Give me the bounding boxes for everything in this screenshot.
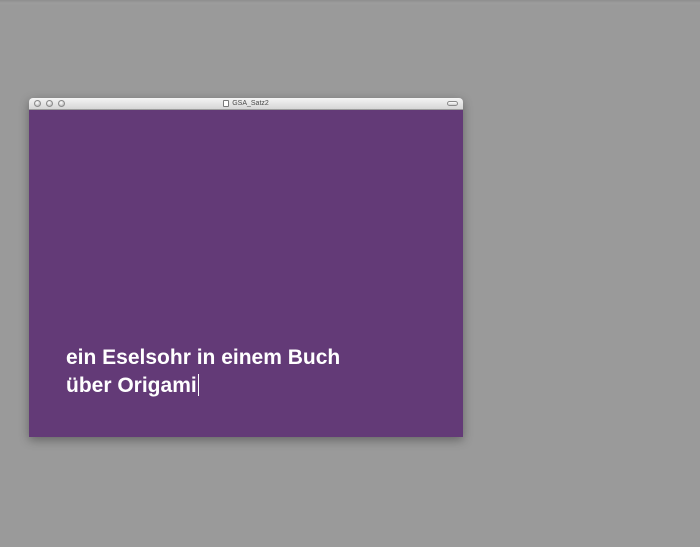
text-line-2: über Origami — [66, 372, 456, 400]
app-window: GSA_Satz2 ein Eselsohr in einem Buch übe… — [29, 98, 463, 437]
text-block[interactable]: ein Eselsohr in einem Buch über Origami — [66, 344, 456, 400]
text-line-1: ein Eselsohr in einem Buch — [66, 344, 456, 372]
text-cursor — [197, 374, 199, 396]
toolbar-toggle-button[interactable] — [447, 101, 458, 106]
window-titlebar[interactable]: GSA_Satz2 — [29, 98, 463, 110]
window-title: GSA_Satz2 — [232, 100, 269, 107]
text-line-2-content: über Origami — [66, 374, 197, 397]
text-line-1-content: ein Eselsohr in einem Buch — [66, 346, 341, 369]
window-title-group: GSA_Satz2 — [29, 98, 463, 109]
text-canvas[interactable]: ein Eselsohr in einem Buch über Origami — [29, 110, 463, 437]
document-icon — [223, 100, 230, 107]
